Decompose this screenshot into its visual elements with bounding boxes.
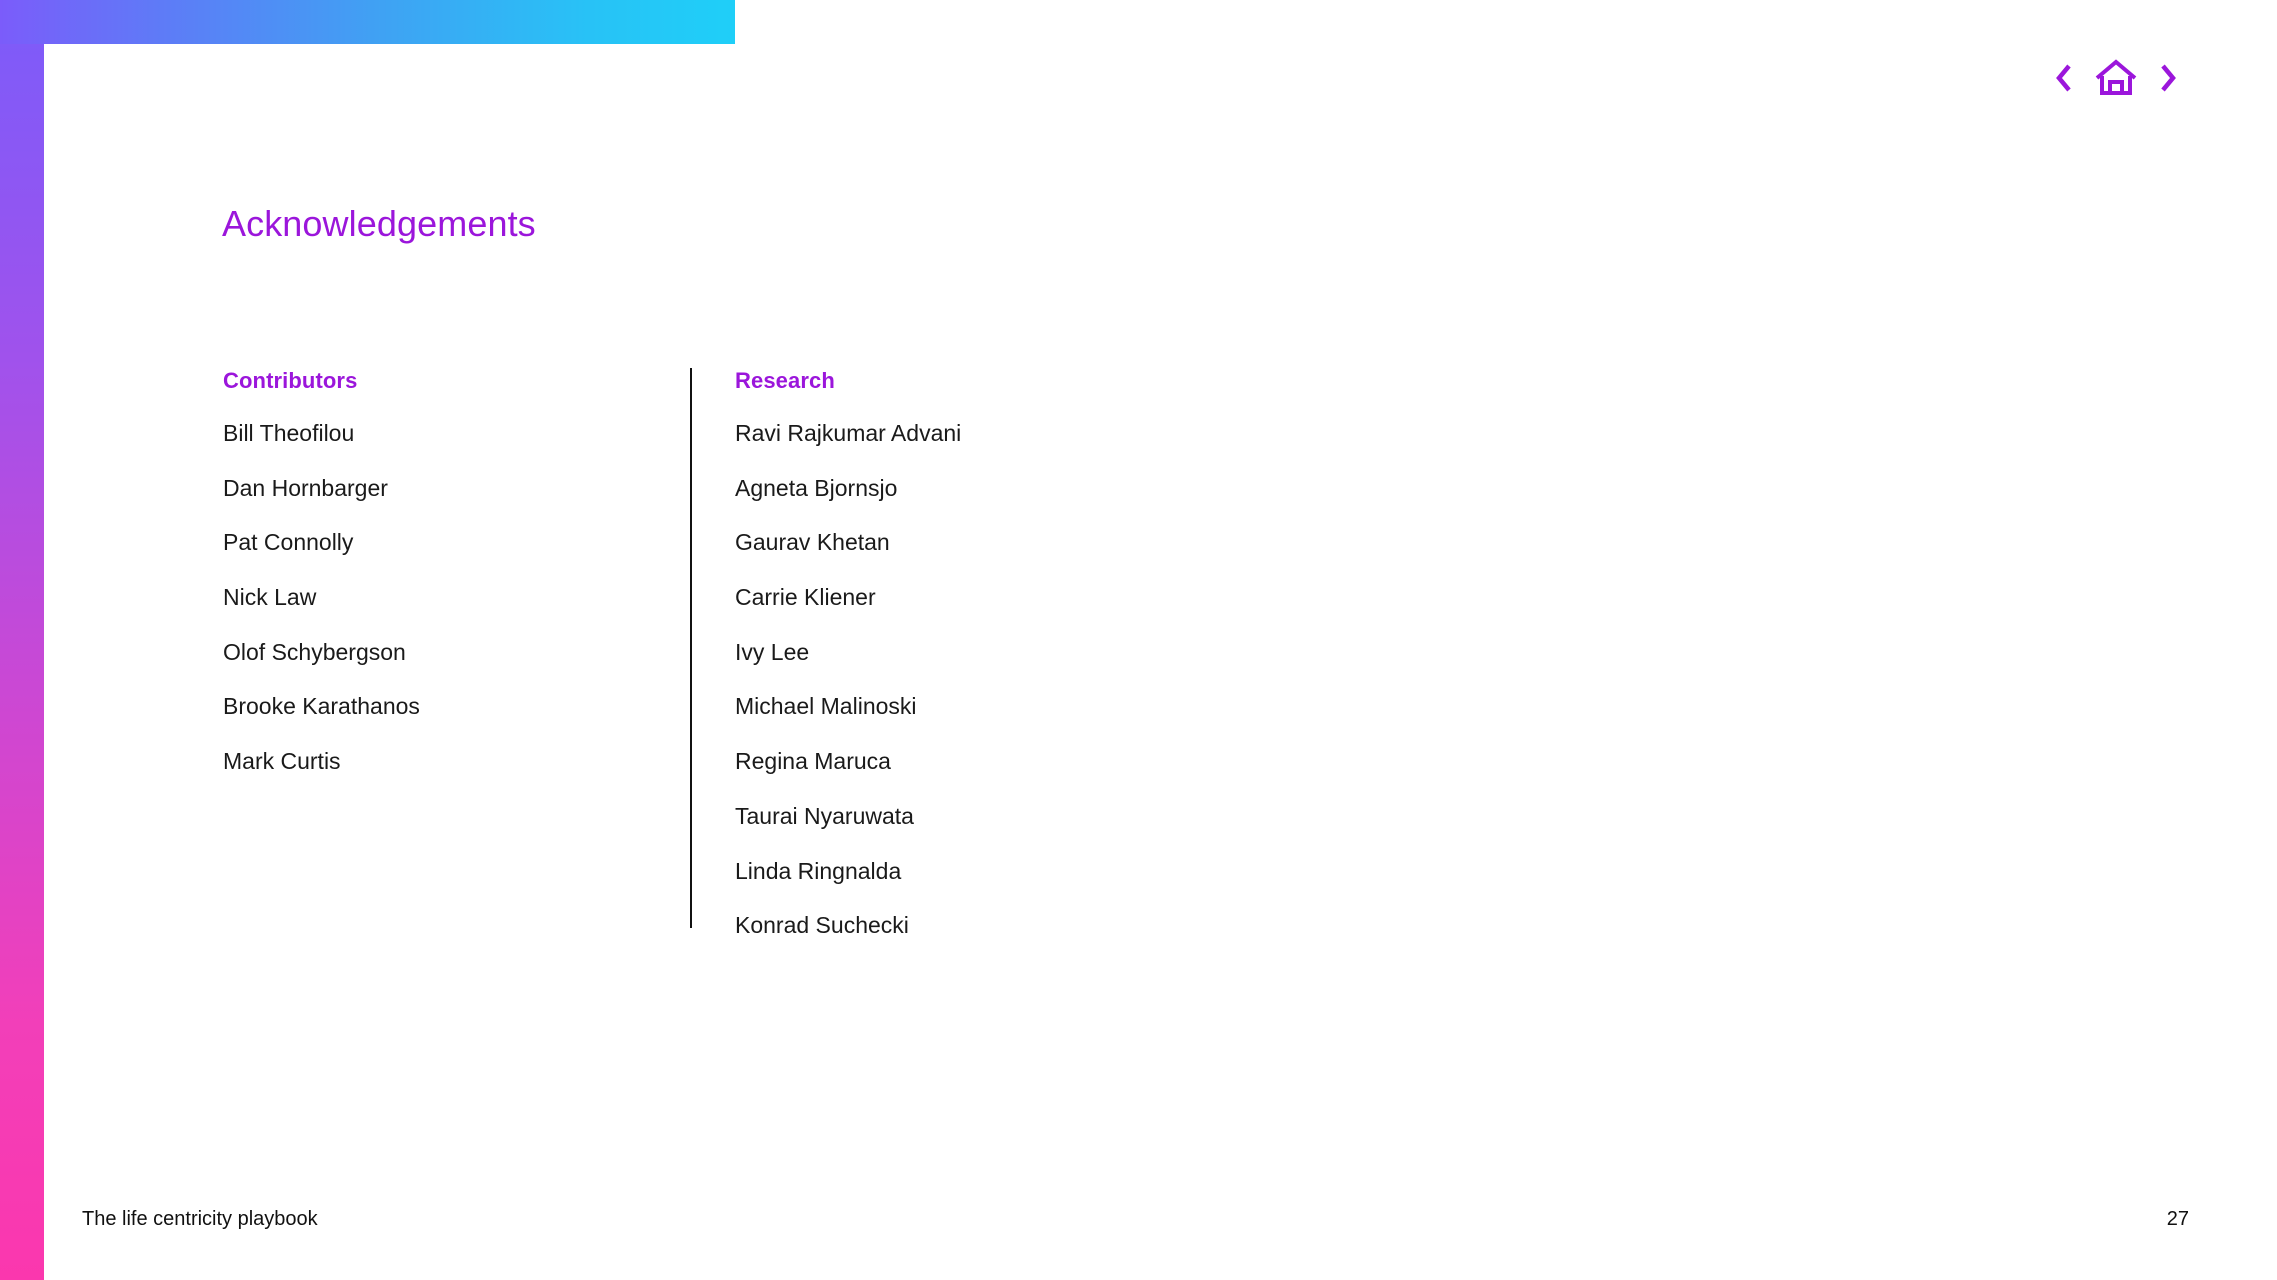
left-gradient-bar (0, 0, 44, 1280)
acknowledgements-columns: Contributors Bill Theofilou Dan Hornbarg… (222, 368, 1250, 938)
list-item: Olof Schybergson (223, 638, 406, 665)
list-item: Michael Malinoski (735, 693, 917, 720)
list-item: Linda Ringnalda (735, 857, 902, 884)
top-gradient-bar (0, 0, 735, 44)
column-heading-research: Research (735, 368, 835, 393)
list-item: Regina Maruca (735, 748, 891, 775)
list-item: Agneta Bjornsjo (735, 474, 898, 501)
page-title: Acknowledgements (222, 203, 536, 244)
list-item: Carrie Kliener (735, 584, 876, 611)
list-item: Mark Curtis (223, 748, 341, 775)
page-navigation (2055, 57, 2177, 99)
contributors-list: Bill Theofilou Dan Hornbarger Pat Connol… (223, 420, 690, 775)
list-item: Dan Hornbarger (223, 474, 388, 501)
footer-document-title: The life centricity playbook (82, 1208, 318, 1230)
document-page: Acknowledgements Contributors Bill Theof… (0, 0, 2277, 1280)
column-research: Research Ravi Rajkumar Advani Agneta Bjo… (690, 368, 1250, 938)
home-icon[interactable] (2095, 59, 2137, 97)
list-item: Pat Connolly (223, 529, 354, 556)
list-item: Ivy Lee (735, 638, 810, 665)
list-item: Gaurav Khetan (735, 529, 890, 556)
list-item: Konrad Suchecki (735, 912, 909, 939)
list-item: Bill Theofilou (223, 420, 355, 446)
list-item: Brooke Karathanos (223, 693, 420, 720)
column-heading-contributors: Contributors (223, 368, 358, 393)
chevron-right-icon[interactable] (2159, 63, 2177, 93)
research-list: Ravi Rajkumar Advani Agneta Bjornsjo Gau… (735, 420, 1250, 939)
list-item: Ravi Rajkumar Advani (735, 420, 962, 446)
column-contributors: Contributors Bill Theofilou Dan Hornbarg… (222, 368, 690, 774)
list-item: Nick Law (223, 584, 317, 611)
chevron-left-icon[interactable] (2055, 63, 2073, 93)
list-item: Taurai Nyaruwata (735, 802, 914, 829)
footer-page-number: 27 (2166, 1208, 2189, 1230)
